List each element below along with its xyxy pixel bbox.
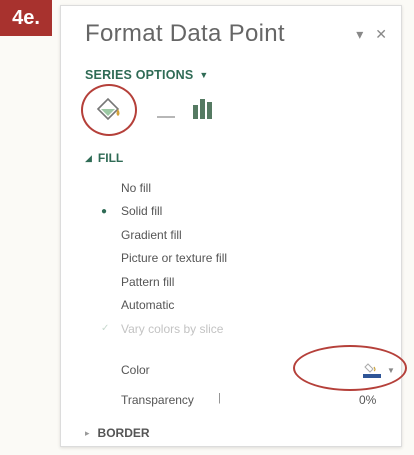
chevron-down-icon[interactable]: ▾ xyxy=(356,26,363,43)
fill-option-label: Vary colors by slice xyxy=(121,321,224,336)
series-options-tabs xyxy=(81,84,261,136)
fill-option-label: Picture or texture fill xyxy=(121,251,228,266)
transparency-value[interactable]: 0% xyxy=(359,393,376,407)
tab-series-options[interactable] xyxy=(191,96,215,125)
fill-option-automatic[interactable]: Automatic xyxy=(101,294,381,318)
fill-option-gradient-fill[interactable]: Gradient fill xyxy=(101,223,381,247)
pane-title: Format Data Point xyxy=(85,20,285,47)
effects-icon xyxy=(157,116,175,118)
paint-bucket-icon xyxy=(96,97,120,121)
color-label: Color xyxy=(121,363,150,377)
fill-option-no-fill[interactable]: No fill xyxy=(101,176,381,200)
series-options-dropdown[interactable]: SERIES OPTIONS ▼ xyxy=(85,68,209,82)
fill-section-header[interactable]: ◢ FILL xyxy=(85,151,123,165)
chevron-down-icon: ▼ xyxy=(199,70,209,80)
transparency-slider[interactable]: | xyxy=(218,392,221,404)
fill-option-label: Automatic xyxy=(121,298,175,313)
bar-chart-icon xyxy=(193,99,212,119)
fill-option-label: No fill xyxy=(121,180,152,195)
border-section-header[interactable]: ▸ BORDER xyxy=(85,426,150,440)
step-badge: 4e. xyxy=(0,0,52,36)
tab-effects[interactable] xyxy=(155,108,177,126)
transparency-label: Transparency xyxy=(121,393,194,407)
fill-option-picture-texture-fill[interactable]: Picture or texture fill xyxy=(101,247,381,271)
checkmark-icon: ✓ xyxy=(101,323,110,335)
fill-option-label: Gradient fill xyxy=(121,227,182,242)
vary-colors-checkbox[interactable]: ✓ Vary colors by slice xyxy=(101,317,381,341)
fill-option-pattern-fill[interactable]: Pattern fill xyxy=(101,270,381,294)
fill-section-title: FILL xyxy=(97,151,124,165)
transparency-row: Transparency | 0% ▲▼ xyxy=(121,391,381,411)
fill-option-solid-fill[interactable]: ● Solid fill xyxy=(101,200,381,224)
selected-bullet-icon: ● xyxy=(101,205,108,217)
format-data-point-pane: Format Data Point ▾ ✕ SERIES OPTIONS ▼ ◢… xyxy=(60,5,407,447)
fill-option-label: Pattern fill xyxy=(121,274,175,289)
collapse-icon: ◢ xyxy=(85,152,92,163)
tab-fill-line[interactable] xyxy=(81,84,137,136)
color-highlight-circle xyxy=(293,345,407,391)
expand-icon: ▸ xyxy=(85,427,90,438)
series-options-label: SERIES OPTIONS xyxy=(85,68,194,82)
close-icon[interactable]: ✕ xyxy=(375,26,387,43)
border-section-title: BORDER xyxy=(97,426,150,440)
fill-option-label: Solid fill xyxy=(121,204,163,219)
fill-options-list: No fill ● Solid fill Gradient fill Pictu… xyxy=(101,176,381,341)
